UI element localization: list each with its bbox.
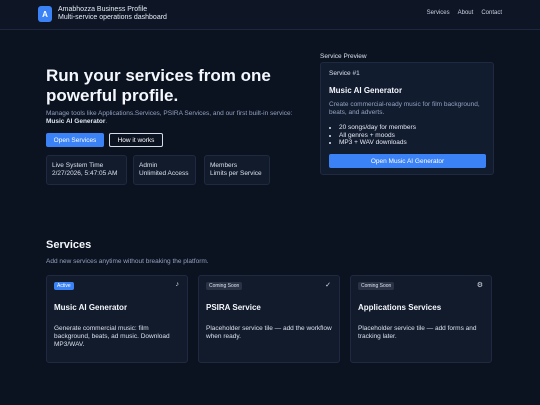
nav-link-contact[interactable]: Contact bbox=[481, 10, 502, 16]
list-item: 20 songs/day for members bbox=[339, 124, 416, 132]
hero-description-highlight: Music AI Generator bbox=[46, 118, 106, 125]
hero-description-end: . bbox=[105, 118, 108, 125]
list-item: MP3 + WAV downloads bbox=[339, 139, 416, 147]
card-description: Generate commercial music: film backgrou… bbox=[54, 325, 170, 348]
status-badge: Coming Soon bbox=[206, 282, 243, 290]
card-description: Placeholder service tile — add the workf… bbox=[206, 325, 332, 340]
service-card-music-ai[interactable]: Active ♪ Music AI Generator Generate com… bbox=[46, 275, 188, 363]
stat-system-time: Live System Time 2/27/2026, 5:47:05 AM bbox=[46, 155, 127, 185]
brand-title: Amabhozza Business Profile bbox=[58, 6, 148, 13]
nav-link-services[interactable]: Services bbox=[427, 10, 450, 16]
top-nav: Services About Contact bbox=[427, 10, 502, 16]
service-preview-label: Service Preview bbox=[320, 53, 367, 60]
brand-subtitle: Multi-service operations dashboard bbox=[58, 14, 167, 21]
preview-service-number: Service #1 bbox=[329, 70, 360, 77]
stat-value: 2/27/2026, 5:47:05 AM bbox=[52, 170, 118, 177]
stat-members: Members Limits per Service bbox=[204, 155, 270, 185]
gear-icon: ⚙ bbox=[476, 282, 483, 289]
service-card-psira[interactable]: Coming Soon ✓ PSIRA Service Placeholder … bbox=[198, 275, 340, 363]
card-title: Applications Services bbox=[358, 303, 442, 312]
service-card-applications[interactable]: Coming Soon ⚙ Applications Services Plac… bbox=[350, 275, 492, 363]
preview-service-description: Create commercial-ready music for film b… bbox=[329, 101, 480, 116]
nav-link-about[interactable]: About bbox=[458, 10, 474, 16]
stat-label: Members bbox=[210, 162, 238, 169]
check-icon: ✓ bbox=[325, 282, 331, 289]
card-description: Placeholder service tile — add forms and… bbox=[358, 325, 477, 340]
top-bar: A Amabhozza Business Profile Multi-servi… bbox=[0, 0, 540, 30]
stat-label: Admin bbox=[139, 162, 158, 169]
open-music-ai-button[interactable]: Open Music AI Generator bbox=[329, 154, 486, 168]
preview-feature-list: 20 songs/day for members All genres + mo… bbox=[329, 124, 416, 147]
status-badge: Coming Soon bbox=[358, 282, 395, 290]
preview-service-title: Music AI Generator bbox=[329, 86, 403, 95]
services-subtitle: Add new services anytime without breakin… bbox=[46, 258, 209, 265]
hero-description-text: Manage tools like Applications.Services,… bbox=[46, 110, 293, 117]
hero-title: Run your services from one powerful prof… bbox=[46, 66, 271, 105]
list-item: All genres + moods bbox=[339, 132, 416, 140]
card-title: Music AI Generator bbox=[54, 303, 128, 312]
services-title: Services bbox=[46, 239, 92, 251]
stat-admin: Admin Unlimited Access bbox=[133, 155, 196, 185]
hero-description: Manage tools like Applications.Services,… bbox=[46, 110, 311, 126]
service-preview-card: Service #1 Music AI Generator Create com… bbox=[320, 62, 494, 175]
brand-logo[interactable]: A bbox=[38, 6, 52, 22]
open-services-button[interactable]: Open Services bbox=[46, 133, 104, 147]
stat-value: Limits per Service bbox=[210, 170, 262, 177]
card-title: PSIRA Service bbox=[206, 303, 261, 312]
stat-value: Unlimited Access bbox=[139, 170, 189, 177]
how-it-works-button[interactable]: How it works bbox=[109, 133, 163, 147]
music-note-icon: ♪ bbox=[175, 281, 180, 288]
stat-label: Live System Time bbox=[52, 162, 104, 169]
status-badge: Active bbox=[54, 282, 74, 290]
